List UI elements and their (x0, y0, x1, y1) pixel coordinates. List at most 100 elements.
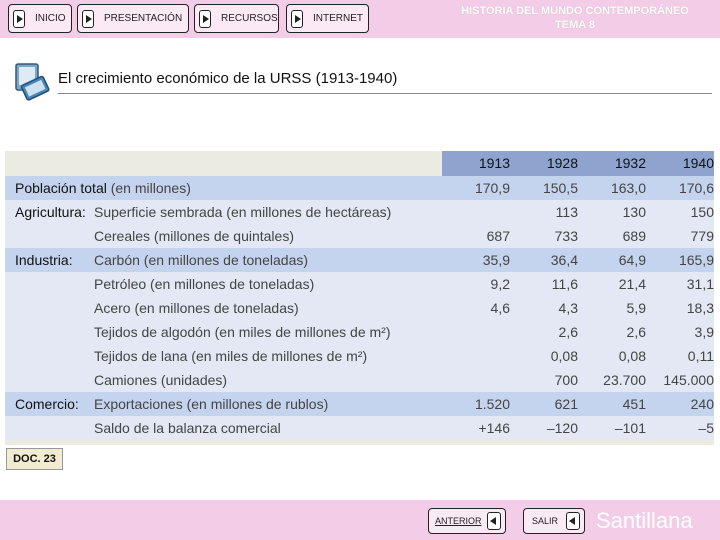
table-row: Camiones (unidades) 700 23.700 145.000 (5, 368, 714, 392)
play-triangle-icon (199, 9, 211, 28)
value-1940: 165,9 (678, 252, 714, 268)
table-row: Tejidos de algodón (en miles de millones… (5, 320, 714, 344)
row-label: Acero (en millones de toneladas) (94, 300, 299, 316)
value-1932: –101 (614, 420, 646, 436)
value-1913: +146 (478, 420, 510, 436)
internet-button[interactable]: INTERNET (286, 4, 369, 33)
table-row: Población total (en millones) 170,9 150,5 1… (5, 176, 714, 200)
data-table: 1913 1928 1932 1940 Población total (en … (5, 151, 714, 445)
table-header: 1913 1928 1932 1940 (5, 151, 714, 176)
internet-label: INTERNET (313, 13, 363, 24)
year-1940: 1940 (682, 155, 714, 171)
play-triangle-icon (291, 9, 303, 28)
value-1932: 21,4 (618, 276, 646, 292)
table-header-blank (5, 151, 442, 176)
back-triangle-icon (566, 512, 580, 530)
presentacion-label: PRESENTACIÓN (104, 13, 183, 24)
value-1940: 0,11 (687, 348, 714, 364)
value-1940: 779 (690, 228, 714, 244)
value-1932: 163,0 (610, 180, 646, 196)
table-row: Cereales (millones de quintales) 687 733 68… (5, 224, 714, 248)
value-1928: 2,6 (558, 324, 578, 340)
value-1940: 150 (690, 204, 714, 220)
value-1940: 31,1 (686, 276, 714, 292)
row-label: Superficie sembrada (en millones de hect… (94, 204, 392, 220)
page-title: El crecimiento económico de la URSS (191… (58, 70, 398, 87)
value-1913: 9,2 (490, 276, 510, 292)
recursos-button[interactable]: RECURSOS (194, 4, 279, 33)
year-header: 1913 1928 1932 1940 (442, 151, 714, 176)
value-1928: 150,5 (542, 180, 578, 196)
value-1928: 733 (554, 228, 578, 244)
presentacion-button[interactable]: PRESENTACIÓN (77, 4, 189, 33)
course-topic: TEMA 8 (555, 19, 595, 31)
table-row: Comercio: Exportaciones (en millones de r… (5, 392, 714, 416)
row-label: Saldo de la balanza comercial (94, 420, 281, 436)
value-1928: 11,6 (551, 276, 578, 292)
value-1940: –5 (698, 420, 714, 436)
value-1928: 0,08 (550, 348, 578, 364)
row-category: Población total (en millones) (15, 180, 191, 196)
value-1932: 0,08 (618, 348, 646, 364)
row-label: Exportaciones (en millones de rublos) (94, 396, 329, 412)
row-label: Cereales (millones de quintales) (94, 228, 294, 244)
year-1913: 1913 (478, 155, 510, 171)
salir-label: SALIR (532, 516, 559, 526)
value-1928: 113 (555, 204, 578, 220)
category-text: Industria: (15, 252, 73, 268)
value-1928: 700 (554, 372, 578, 388)
value-1940: 170,6 (678, 180, 714, 196)
value-1932: 451 (622, 396, 646, 412)
value-1913: 35,9 (482, 252, 510, 268)
value-1940: 240 (690, 396, 714, 412)
year-1928: 1928 (546, 155, 578, 171)
table-row: Industria: Carbón (en millones de tonelad… (5, 248, 714, 272)
year-1932: 1932 (614, 155, 646, 171)
category-text: Comercio: (15, 396, 79, 412)
value-1928: 4,3 (558, 300, 578, 316)
row-label: Petróleo (en millones de toneladas) (94, 276, 315, 292)
value-1940: 145.000 (663, 372, 714, 388)
back-triangle-icon (487, 512, 501, 530)
play-triangle-icon (82, 9, 94, 28)
value-1940: 3,9 (694, 324, 714, 340)
title-divider (58, 93, 712, 94)
play-triangle-icon (13, 9, 25, 28)
value-1932: 5,9 (626, 300, 646, 316)
row-category: Agricultura: (15, 204, 86, 220)
category-unit: (en millones) (106, 180, 191, 196)
salir-button[interactable]: SALIR (523, 508, 585, 534)
row-category: Industria: (15, 252, 73, 268)
row-label: Tejidos de lana (en miles de millones de… (94, 348, 368, 364)
value-1913: 4,6 (490, 300, 510, 316)
value-1913: 1.520 (474, 396, 510, 412)
value-1913: 170,9 (474, 180, 510, 196)
document-icon (15, 63, 50, 101)
value-1928: –120 (546, 420, 578, 436)
recursos-label: RECURSOS (221, 13, 278, 24)
value-1913: 687 (486, 228, 510, 244)
table-row: Petróleo (en millones de toneladas) 9,2 11… (5, 272, 714, 296)
row-label: Camiones (unidades) (94, 372, 228, 388)
category-text: Agricultura: (15, 204, 86, 220)
inicio-label: INICIO (35, 13, 66, 24)
inicio-button[interactable]: INICIO (8, 4, 72, 33)
value-1932: 23.700 (603, 372, 646, 388)
row-category: Comercio: (15, 396, 79, 412)
value-1940: 18,3 (686, 300, 714, 316)
value-1928: 36,4 (550, 252, 578, 268)
value-1928: 621 (554, 396, 578, 412)
value-1932: 689 (622, 228, 646, 244)
row-label: Tejidos de algodón (en miles de millones… (94, 324, 391, 340)
value-1932: 64,9 (618, 252, 646, 268)
brand-logo: Santillana (596, 508, 693, 533)
anterior-label: ANTERIOR (435, 516, 482, 526)
value-1932: 130 (622, 204, 646, 220)
doc-label: DOC. 23 (6, 448, 63, 470)
table-row: Saldo de la balanza comercial +146 –120 –10… (5, 416, 714, 440)
table-row: Tejidos de lana (en miles de millones de… (5, 344, 714, 368)
anterior-button[interactable]: ANTERIOR (428, 508, 506, 534)
course-title: HISTORIA DEL MUNDO CONTEMPORÁNEO (461, 5, 689, 17)
row-label: Carbón (en millones de toneladas) (94, 252, 309, 268)
table-row: Agricultura: Superficie sembrada (en mill… (5, 200, 714, 224)
